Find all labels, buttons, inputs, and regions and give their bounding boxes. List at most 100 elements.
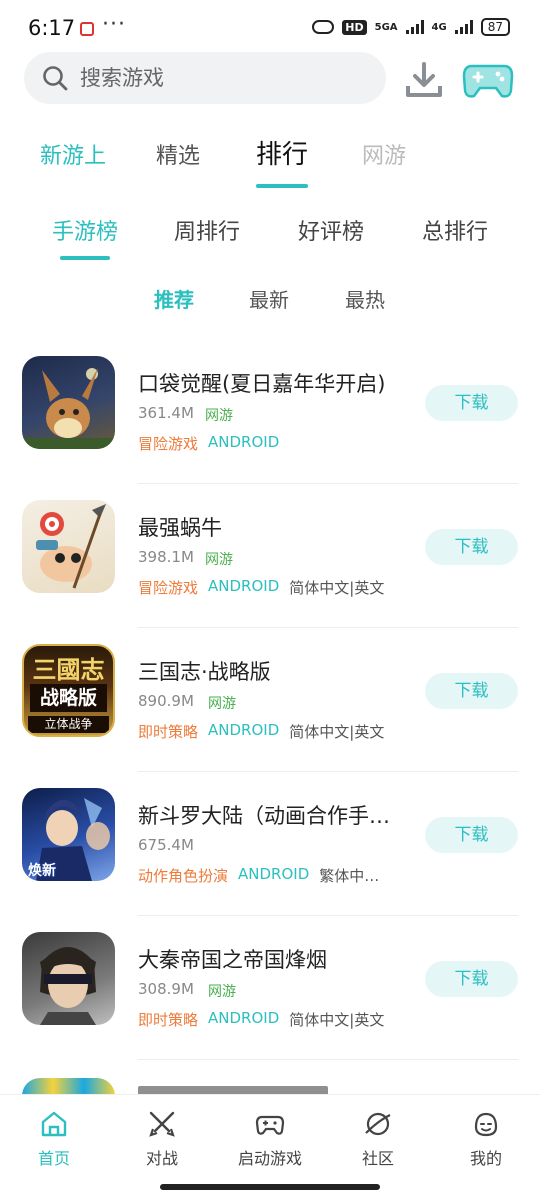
game-icon-sanguo: 三國志 战略版 立体战争 — [22, 644, 115, 737]
hd-badge: HD — [342, 19, 367, 35]
game-tags: 冒险游戏 ANDROID — [138, 433, 289, 454]
smiley-icon — [474, 1112, 498, 1137]
thumb-tagline-text: 立体战争 — [28, 716, 109, 733]
game-icon-douluo: 焕新 — [22, 788, 115, 881]
gamepad-icon[interactable] — [462, 58, 514, 100]
status-bar: 6:17 ··· HD 5GA 4G 87 — [0, 0, 540, 58]
game-genre: 即时策略 — [138, 1011, 199, 1029]
nav-label: 对战 — [145, 1149, 178, 1168]
nav-launch-game[interactable]: 启动游戏 — [230, 1109, 310, 1169]
nav-community[interactable]: 社区 — [338, 1109, 418, 1169]
game-genre: 动作角色扮演 — [138, 867, 229, 885]
download-manager-icon[interactable] — [404, 60, 444, 100]
download-button[interactable]: 下载 — [425, 817, 518, 853]
nav-label: 首页 — [37, 1149, 70, 1168]
main-tabs: 新游上 精选 排行 网游 — [0, 130, 540, 190]
download-button[interactable]: 下载 — [425, 529, 518, 565]
game-tags: 动作角色扮演 ANDROID 繁体中… — [138, 865, 379, 886]
game-genre: 冒险游戏 — [138, 579, 199, 597]
game-net-tag: 网游 — [205, 552, 233, 568]
rank-tab-top-rated[interactable]: 好评榜 — [298, 214, 364, 246]
nav-label: 社区 — [361, 1149, 394, 1168]
tab-active-indicator — [256, 184, 308, 188]
game-platform: ANDROID — [208, 433, 280, 451]
nav-label: 我的 — [469, 1149, 502, 1168]
nav-battle[interactable]: 对战 — [122, 1109, 202, 1169]
list-item[interactable]: 焕新 新斗罗大陆（动画合作手… 675.4M 动作角色扮演 ANDROID 繁体… — [0, 772, 540, 916]
game-name: 最强蜗牛 — [138, 516, 222, 540]
download-button[interactable]: 下载 — [425, 961, 518, 997]
download-button[interactable]: 下载 — [425, 385, 518, 421]
game-language: 繁体中… — [319, 867, 380, 885]
game-name: 口袋觉醒(夏日嘉年华开启) — [138, 372, 386, 396]
status-icons: HD 5GA 4G 87 — [312, 18, 510, 36]
search-input[interactable] — [80, 52, 370, 104]
network-4g-label: 4G — [431, 21, 447, 33]
list-item[interactable]: 口袋觉醒(夏日嘉年华开启) 361.4M 网游 冒险游戏 ANDROID 下载 — [0, 340, 540, 484]
game-tags: 冒险游戏 ANDROID 简体中文|英文 — [138, 577, 384, 598]
tab-new-games[interactable]: 新游上 — [40, 138, 106, 170]
notification-app-icon — [80, 22, 94, 36]
thumb-title-text: 三國志 — [32, 655, 105, 684]
game-language: 简体中文|英文 — [289, 579, 385, 597]
nav-mine[interactable]: 我的 — [446, 1109, 526, 1169]
game-net-tag: 网游 — [208, 984, 236, 1000]
search-icon — [43, 66, 68, 91]
rank-tab-overall[interactable]: 总排行 — [422, 214, 488, 246]
network-5g-label: 5GA — [374, 21, 398, 33]
filter-recommended[interactable]: 推荐 — [154, 284, 194, 313]
download-button[interactable]: 下载 — [425, 673, 518, 709]
game-platform: ANDROID — [208, 1009, 280, 1027]
game-name: 三国志·战略版 — [138, 660, 271, 684]
game-size: 890.9M — [138, 692, 194, 710]
rank-tab-weekly[interactable]: 周排行 — [174, 214, 240, 246]
link-icon — [312, 20, 335, 34]
home-indicator[interactable] — [160, 1184, 380, 1190]
thumb-subtitle-text: 战略版 — [30, 684, 107, 712]
nav-label: 启动游戏 — [237, 1149, 302, 1168]
gamepad-nav-icon — [255, 1115, 285, 1135]
divider — [138, 1059, 518, 1060]
more-notifications-icon: ··· — [102, 12, 126, 37]
game-icon-snail — [22, 500, 115, 593]
thumb-badge-text: 焕新 — [28, 863, 56, 879]
signal-icon — [405, 20, 424, 34]
game-platform: ANDROID — [208, 577, 280, 595]
game-language: 简体中文|英文 — [289, 723, 385, 741]
signal-icon-2 — [454, 20, 473, 34]
game-name: 大秦帝国之帝国烽烟 — [138, 948, 327, 972]
game-language: 简体中文|英文 — [289, 1011, 385, 1029]
game-icon-pocket — [22, 356, 115, 449]
nav-home[interactable]: 首页 — [14, 1109, 94, 1169]
game-tags: 即时策略 ANDROID 简体中文|英文 — [138, 721, 384, 742]
tab-featured[interactable]: 精选 — [156, 138, 200, 170]
filter-latest[interactable]: 最新 — [249, 284, 289, 313]
game-size: 398.1M — [138, 548, 194, 566]
tab-online-games[interactable]: 网游 — [362, 138, 406, 170]
search-bar[interactable] — [24, 52, 386, 104]
list-item[interactable]: 最强蜗牛 398.1M 网游 冒险游戏 ANDROID 简体中文|英文 下载 — [0, 484, 540, 628]
game-size: 361.4M — [138, 404, 194, 422]
game-size: 308.9M — [138, 980, 194, 998]
rank-tab-active-indicator — [60, 256, 110, 260]
list-item[interactable]: 三國志 战略版 立体战争 三国志·战略版 890.9M 网游 即时策略 ANDR… — [0, 628, 540, 772]
battery-indicator: 87 — [480, 18, 510, 36]
game-name: 新斗罗大陆（动画合作手… — [138, 804, 390, 828]
game-platform: ANDROID — [208, 721, 280, 739]
game-icon-daqin — [22, 932, 115, 1025]
game-tags: 即时策略 ANDROID 简体中文|英文 — [138, 1009, 384, 1030]
game-genre: 即时策略 — [138, 723, 199, 741]
rank-tab-mobile[interactable]: 手游榜 — [52, 214, 118, 246]
game-genre: 冒险游戏 — [138, 435, 199, 453]
planet-icon — [365, 1112, 391, 1136]
list-item[interactable]: 大秦帝国之帝国烽烟 308.9M 网游 即时策略 ANDROID 简体中文|英文… — [0, 916, 540, 1060]
game-platform: ANDROID — [238, 865, 310, 883]
game-net-tag: 网游 — [208, 696, 236, 712]
tab-ranking[interactable]: 排行 — [256, 134, 308, 171]
status-time: 6:17 — [28, 16, 76, 40]
swords-icon — [149, 1111, 175, 1137]
game-net-tag: 网游 — [205, 408, 233, 424]
filter-hottest[interactable]: 最热 — [345, 284, 385, 313]
game-size: 675.4M — [138, 836, 194, 854]
home-icon — [41, 1111, 67, 1137]
